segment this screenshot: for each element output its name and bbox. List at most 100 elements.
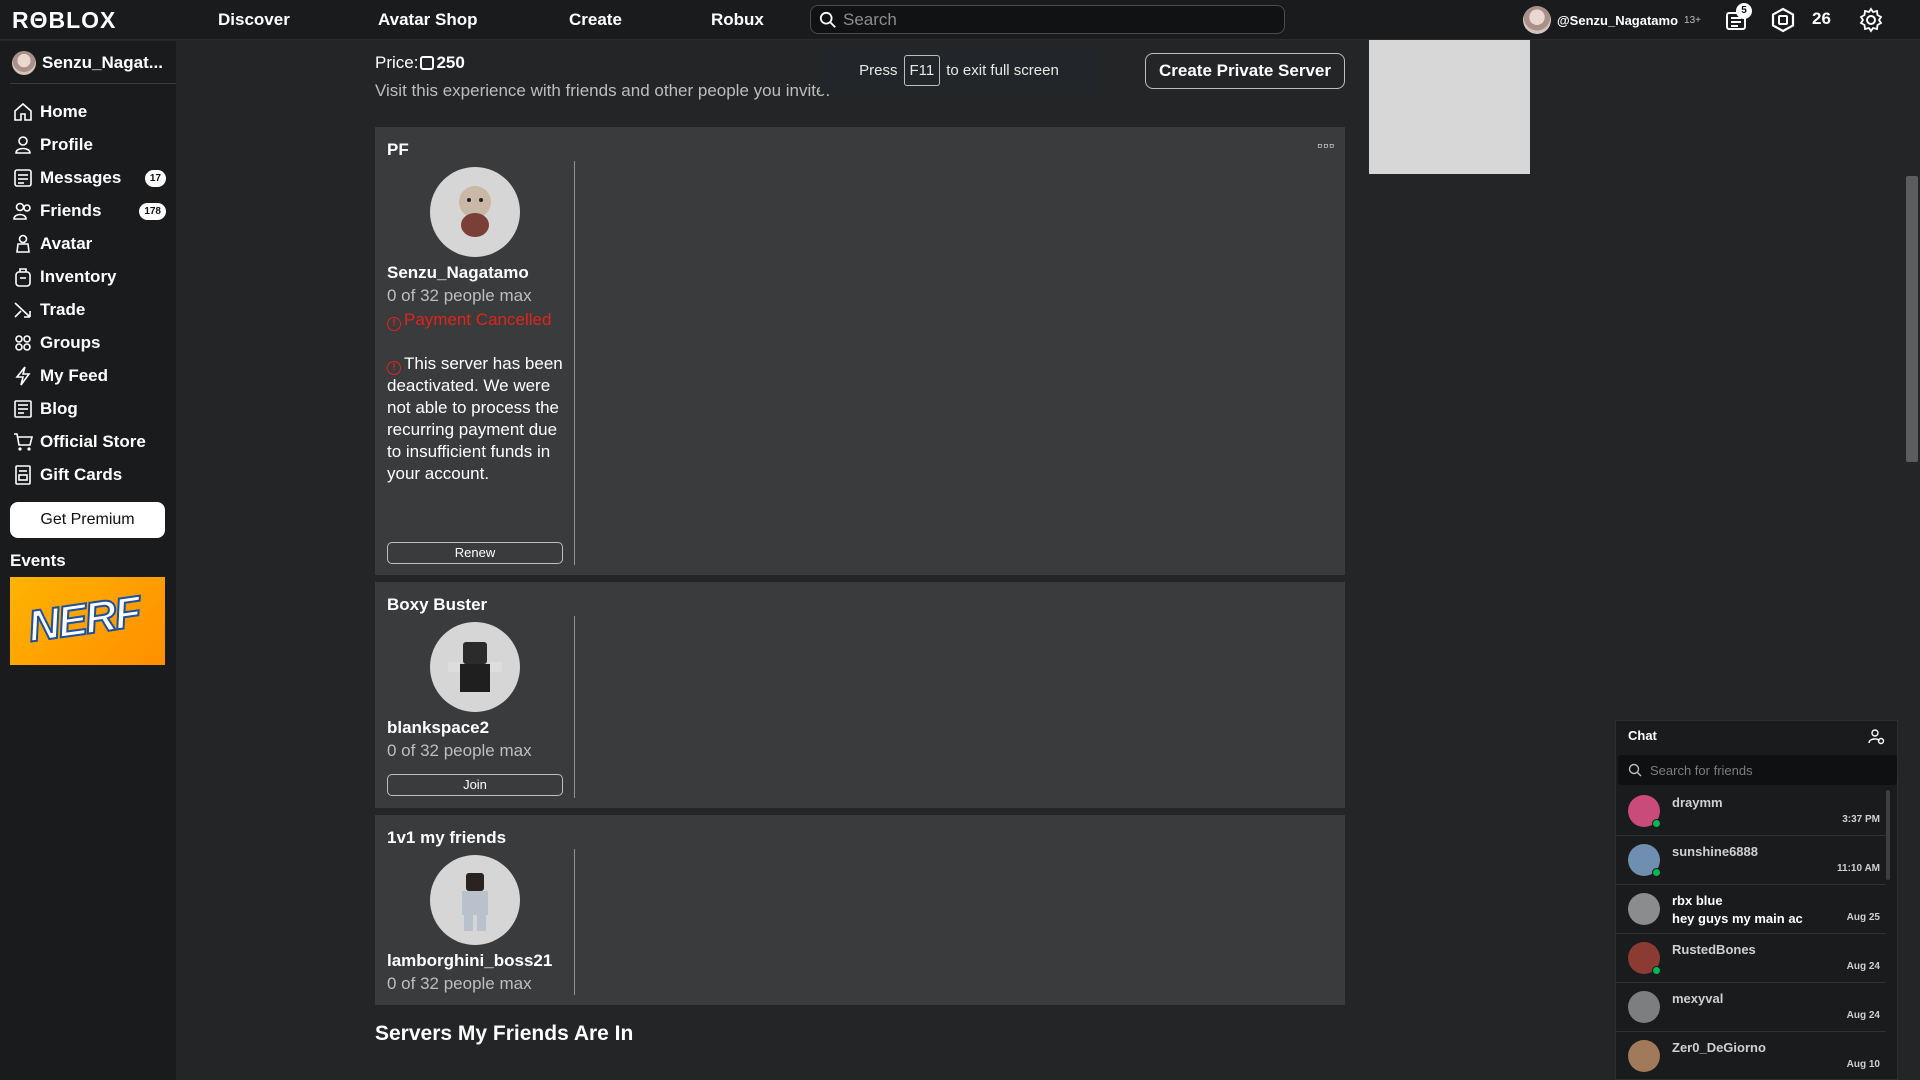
get-premium-button[interactable]: Get Premium	[10, 502, 165, 538]
chat-last-message: hey guys my main ac	[1672, 911, 1803, 926]
chat-conversation[interactable]: rbx blue hey guys my main ac Aug 25	[1616, 885, 1886, 934]
sidebar-username: Senzu_Nagat...	[42, 53, 163, 72]
blog-icon	[14, 400, 32, 418]
chat-title[interactable]: Chat	[1628, 728, 1657, 743]
sidebar-item-groups[interactable]: Groups	[12, 330, 172, 356]
sidebar-item-label: Home	[40, 102, 88, 121]
sidebar-item-gift-cards[interactable]: Gift Cards	[12, 462, 172, 488]
nav-avatar-shop[interactable]: Avatar Shop	[378, 10, 478, 30]
sidebar-item-label: Profile	[40, 135, 93, 154]
sidebar-item-home[interactable]: Home	[12, 99, 172, 125]
chat-conversation[interactable]: Zer0_DeGiorno Aug 10	[1616, 1032, 1886, 1080]
friends-servers-heading: Servers My Friends Are In	[375, 1022, 634, 1045]
toast-key: F11	[903, 54, 941, 86]
groups-icon	[15, 335, 31, 351]
sidebar-item-label: Trade	[40, 300, 86, 319]
chat-friend-name: draymm	[1672, 795, 1723, 810]
sidebar-item-trade[interactable]: Trade	[12, 297, 172, 323]
search-input[interactable]	[843, 8, 1273, 31]
top-username: @Senzu_Nagatamo	[1557, 12, 1679, 28]
messages-count-badge: 17	[144, 170, 166, 187]
gear-icon[interactable]	[1858, 7, 1884, 33]
trade-icon	[14, 302, 31, 318]
sidebar-item-my-feed[interactable]: My Feed	[12, 363, 172, 389]
sidebar-item-blog[interactable]: Blog	[12, 396, 172, 422]
server-owner-avatar[interactable]	[430, 855, 520, 945]
nav-robux[interactable]: Robux	[711, 10, 764, 30]
sidebar-item-official-store[interactable]: Official Store	[12, 429, 172, 455]
nav-discover[interactable]: Discover	[218, 10, 290, 30]
avatar	[1523, 6, 1551, 34]
nav-create[interactable]: Create	[569, 10, 622, 30]
sidebar-item-label: Messages	[40, 168, 122, 187]
events-heading: Events	[10, 551, 66, 570]
server-owner-avatar[interactable]	[430, 622, 520, 712]
renew-button[interactable]: Renew	[387, 542, 563, 564]
chat-scrollbar[interactable]	[1886, 790, 1890, 880]
server-owner-name[interactable]: Senzu_Nagatamo	[387, 263, 529, 283]
robux-icon[interactable]	[1770, 7, 1796, 33]
sidebar-item-label: Official Store	[40, 432, 146, 451]
chat-conversation[interactable]: RustedBones Aug 24	[1616, 934, 1886, 983]
chat-friend-name: Zer0_DeGiorno	[1672, 1040, 1766, 1055]
chat-settings-icon[interactable]	[1867, 727, 1885, 745]
sidebar-item-profile[interactable]: Profile	[12, 132, 172, 158]
robux-balance[interactable]: 26	[1812, 9, 1831, 29]
chat-conversation[interactable]: sunshine6888 11:10 AM	[1616, 836, 1886, 885]
chat-search-input[interactable]	[1650, 761, 1890, 779]
server-divider	[574, 161, 575, 565]
server-owner-avatar[interactable]	[430, 167, 520, 257]
server-deactivated-text: This server has been deactivated. We wer…	[387, 354, 563, 483]
chat-conversation[interactable]: draymm 3:37 PM	[1616, 787, 1886, 836]
top-navigation-bar: RΘBLOX Discover Avatar Shop Create Robux…	[0, 0, 1920, 40]
sidebar-item-messages[interactable]: Messages 17	[12, 165, 172, 191]
price-line: Price: 250	[375, 53, 465, 73]
server-capacity: 0 of 32 people max	[387, 286, 532, 305]
server-owner-name[interactable]: blankspace2	[387, 718, 489, 738]
more-options-icon[interactable]: ▫▫▫	[1317, 137, 1335, 153]
chat-conversation[interactable]: mexyval Aug 24	[1616, 983, 1886, 1032]
price-value: 250	[436, 53, 465, 72]
fullscreen-toast: Press F11 to exit full screen	[820, 46, 1098, 94]
messages-icon	[14, 169, 32, 187]
server-capacity: 0 of 32 people max	[387, 741, 532, 760]
join-button[interactable]: Join	[387, 774, 563, 796]
nerf-event-banner[interactable]: NERF	[10, 577, 165, 665]
online-indicator	[1652, 966, 1661, 975]
alert-icon: !	[387, 317, 401, 331]
friends-count-badge: 178	[139, 203, 166, 220]
server-title: 1v1 my friends	[387, 828, 507, 847]
feed-icon	[15, 366, 31, 386]
sidebar-item-label: Groups	[40, 333, 101, 352]
create-private-server-button[interactable]: Create Private Server	[1145, 53, 1345, 89]
advertisement-placeholder[interactable]	[1369, 40, 1530, 174]
sidebar-item-friends[interactable]: Friends 178	[12, 198, 172, 224]
chat-friend-name: mexyval	[1672, 991, 1724, 1006]
avatar-icon	[16, 234, 30, 253]
sidebar-item-label: Blog	[40, 399, 78, 418]
sidebar-item-label: Friends	[40, 201, 102, 220]
age-tag: 13+	[1684, 14, 1702, 26]
chat-friend-name: sunshine6888	[1672, 844, 1758, 859]
sidebar-item-inventory[interactable]: Inventory	[12, 264, 172, 290]
search-icon	[1628, 763, 1642, 777]
chat-panel: Chat draymm 3:37 PM sunshine6888 11:10 A…	[1615, 720, 1898, 1080]
sidebar-item-label: My Feed	[40, 366, 109, 385]
top-user-profile[interactable]: @Senzu_Nagatamo 13+	[1523, 6, 1701, 34]
sidebar-divider	[10, 83, 176, 84]
page-scrollbar-thumb[interactable]	[1906, 176, 1918, 462]
server-owner-name[interactable]: lamborghini_boss21	[387, 951, 552, 971]
server-deactivated-message: ! This server has been deactivated. We we…	[387, 353, 569, 485]
chat-timestamp: Aug 24	[1846, 1010, 1880, 1021]
nerf-logo: NERF	[24, 586, 144, 652]
home-icon	[14, 102, 32, 121]
sidebar-item-label: Gift Cards	[40, 465, 123, 484]
profile-icon	[15, 136, 31, 154]
avatar	[12, 51, 36, 75]
sidebar-item-avatar[interactable]: Avatar	[12, 231, 172, 257]
sidebar-item-label: Inventory	[40, 267, 117, 286]
roblox-logo[interactable]: RΘBLOX	[12, 7, 116, 34]
server-divider	[574, 849, 575, 995]
private-server-card: 1v1 my friends lamborghini_boss21 0 of 3…	[375, 815, 1345, 1005]
sidebar-user[interactable]: Senzu_Nagat...	[12, 51, 163, 75]
